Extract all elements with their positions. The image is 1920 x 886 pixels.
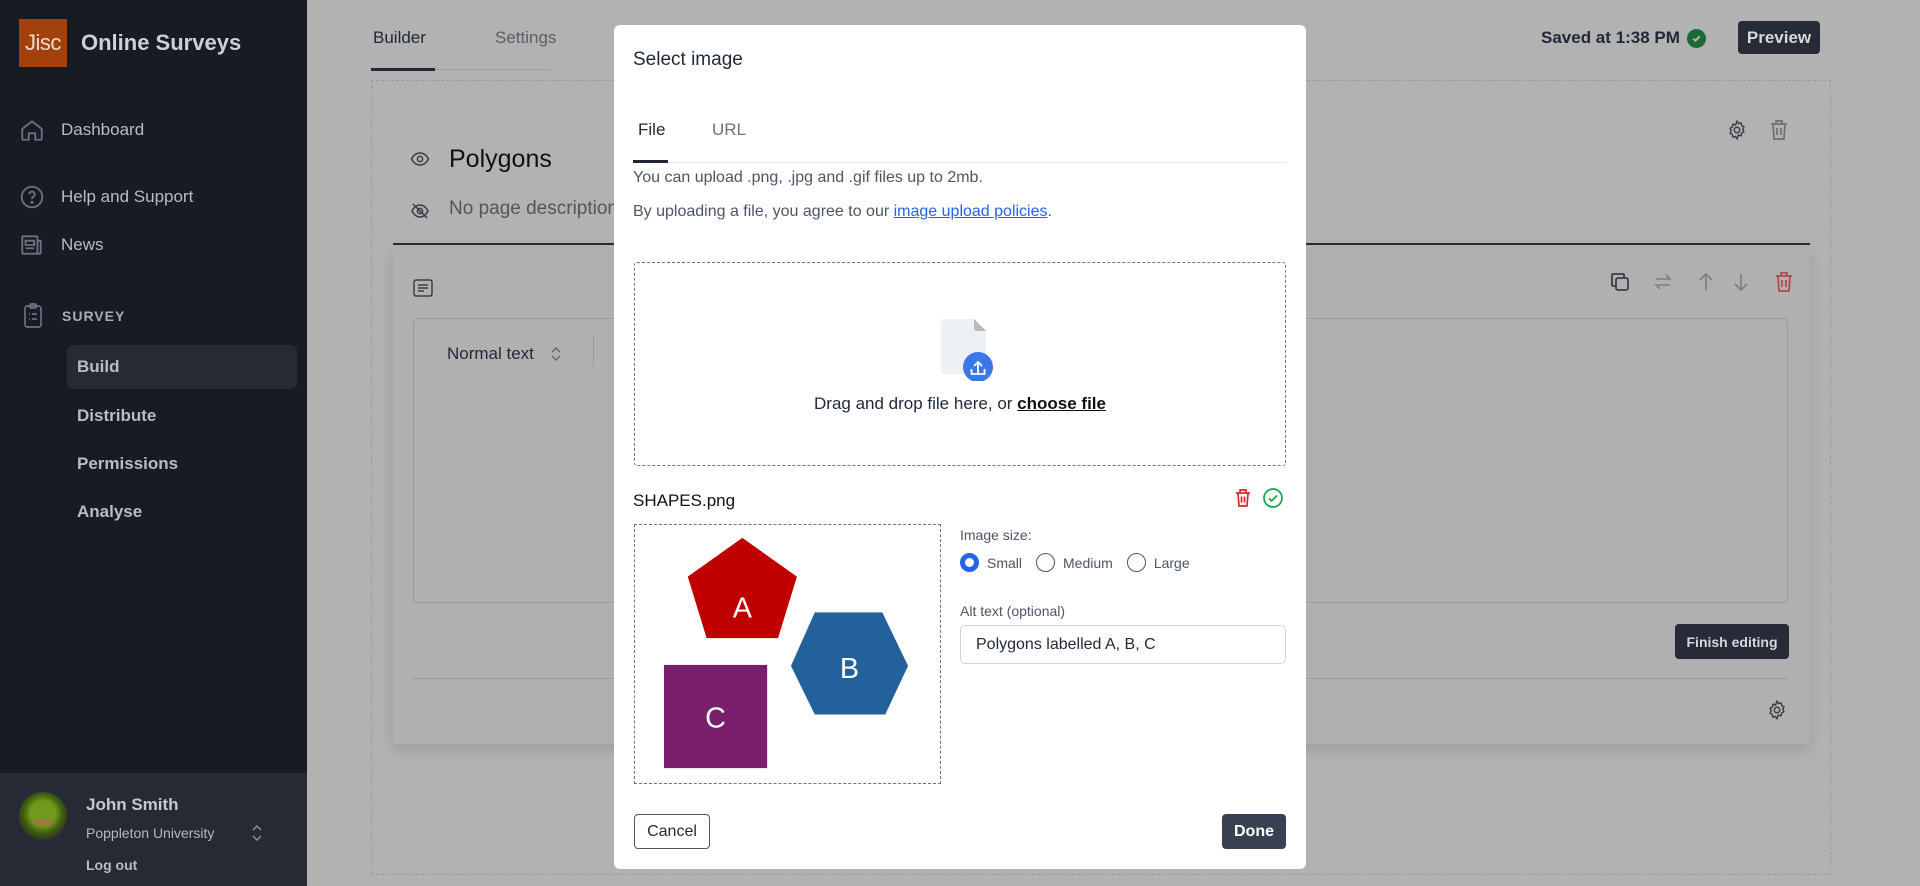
sidebar-item-dashboard[interactable]: Dashboard xyxy=(19,115,144,145)
text-format-select[interactable]: Normal text xyxy=(447,344,562,364)
shapes-image: A B C xyxy=(663,537,909,769)
sidebar-item-help[interactable]: Help and Support xyxy=(19,182,193,212)
policy-suffix: . xyxy=(1047,203,1052,220)
check-circle-icon xyxy=(1686,28,1706,48)
logout-link[interactable]: Log out xyxy=(86,857,137,873)
shape-label-a: A xyxy=(733,592,753,624)
active-tab-indicator xyxy=(371,68,435,71)
organisation-name: Poppleton University xyxy=(86,825,215,841)
modal-tabs: File URL xyxy=(633,95,1286,163)
user-name: John Smith xyxy=(86,795,179,814)
sidebar-item-news[interactable]: News xyxy=(19,230,104,260)
toolbar-separator xyxy=(593,336,594,366)
page-title[interactable]: Polygons xyxy=(449,145,552,174)
choose-file-link[interactable]: choose file xyxy=(1017,394,1106,413)
radio-large[interactable]: Large xyxy=(1126,553,1190,572)
trash-icon[interactable] xyxy=(1768,118,1790,142)
survey-section-header: SURVEY xyxy=(21,302,125,330)
dropzone-text: Drag and drop file here, or choose file xyxy=(635,394,1285,414)
active-tab-indicator xyxy=(633,160,668,163)
image-preview: A B C xyxy=(634,524,941,784)
chevron-up-down-icon[interactable] xyxy=(250,823,264,843)
sidebar-item-label: Dashboard xyxy=(61,120,145,139)
jisc-logo[interactable]: Jisc xyxy=(19,19,67,67)
avatar xyxy=(19,792,67,840)
sidebar-item-permissions[interactable]: Permissions xyxy=(67,442,297,486)
dropzone-label: Drag and drop file here, or xyxy=(814,394,1018,413)
sidebar-item-label: Help and Support xyxy=(61,187,194,206)
file-dropzone[interactable]: Drag and drop file here, or choose file xyxy=(634,262,1286,466)
chevron-up-down-icon xyxy=(551,346,561,362)
policy-prefix: By uploading a file, you agree to our xyxy=(633,203,894,220)
delete-question-icon[interactable] xyxy=(1772,270,1796,294)
radio-label: Small xyxy=(987,554,1023,571)
newspaper-icon xyxy=(21,235,42,255)
radio-button[interactable] xyxy=(1036,553,1056,572)
sidebar-item-build[interactable]: Build xyxy=(67,345,297,389)
shape-label-b: B xyxy=(840,653,859,685)
radio-label: Large xyxy=(1153,554,1190,571)
shape-label-c: C xyxy=(705,702,726,734)
radio-button-checked[interactable] xyxy=(960,553,979,572)
eye-icon[interactable] xyxy=(410,150,430,168)
home-icon xyxy=(21,120,43,141)
sidebar-item-label: News xyxy=(61,235,104,254)
sidebar-item-distribute[interactable]: Distribute xyxy=(67,394,297,438)
done-button[interactable]: Done xyxy=(1222,814,1286,849)
save-status: Saved at 1:38 PM xyxy=(1541,28,1706,48)
radio-label: Medium xyxy=(1063,554,1113,571)
arrow-down-icon[interactable] xyxy=(1729,270,1753,294)
image-size-radio-group: Small Medium Large xyxy=(960,553,1190,572)
radio-medium[interactable]: Medium xyxy=(1036,553,1113,572)
eye-off-icon[interactable] xyxy=(410,201,430,221)
radio-button[interactable] xyxy=(1126,553,1146,572)
swap-icon[interactable] xyxy=(1651,270,1675,294)
upload-info-text: You can upload .png, .jpg and .gif files… xyxy=(633,169,983,186)
sidebar-item-analyse[interactable]: Analyse xyxy=(67,490,297,534)
tab-builder[interactable]: Builder xyxy=(373,28,426,48)
duplicate-icon[interactable] xyxy=(1608,270,1632,294)
format-select-value: Normal text xyxy=(447,344,534,363)
save-status-text: Saved at 1:38 PM xyxy=(1541,28,1680,47)
text-block-icon xyxy=(413,279,433,297)
radio-small[interactable]: Small xyxy=(960,553,1022,572)
check-circle-icon[interactable] xyxy=(1262,487,1284,509)
gear-icon[interactable] xyxy=(1726,119,1748,141)
alt-text-label: Alt text (optional) xyxy=(960,603,1066,619)
sidebar: Jisc Online Surveys Dashboard Help and S… xyxy=(0,0,307,886)
select-image-modal: Select image File URL You can upload .pn… xyxy=(614,25,1306,869)
image-upload-policies-link[interactable]: image upload policies xyxy=(894,203,1048,220)
clipboard-list-icon xyxy=(24,303,42,328)
arrow-up-icon[interactable] xyxy=(1694,270,1718,294)
app-title[interactable]: Online Surveys xyxy=(81,30,241,56)
policy-text: By uploading a file, you agree to our im… xyxy=(633,203,1052,221)
uploaded-file-name: SHAPES.png xyxy=(633,491,736,510)
trash-icon[interactable] xyxy=(1234,488,1252,508)
builder-tabs: Builder Settings xyxy=(371,0,556,71)
user-footer: John Smith Poppleton University Log out xyxy=(0,773,307,886)
image-size-label: Image size: xyxy=(960,527,1032,543)
page-description[interactable]: No page description xyxy=(449,198,618,220)
cancel-button[interactable]: Cancel xyxy=(634,814,710,849)
modal-title: Select image xyxy=(633,49,743,70)
file-upload-icon xyxy=(941,319,993,381)
tab-settings[interactable]: Settings xyxy=(495,28,556,48)
alt-text-input[interactable] xyxy=(960,625,1286,664)
help-circle-icon xyxy=(20,185,44,209)
preview-button[interactable]: Preview xyxy=(1738,21,1820,54)
finish-editing-button[interactable]: Finish editing xyxy=(1675,624,1789,659)
gear-icon[interactable] xyxy=(1766,699,1788,721)
tab-file[interactable]: File xyxy=(638,120,665,140)
tab-url[interactable]: URL xyxy=(712,120,746,140)
section-label: SURVEY xyxy=(62,308,126,324)
